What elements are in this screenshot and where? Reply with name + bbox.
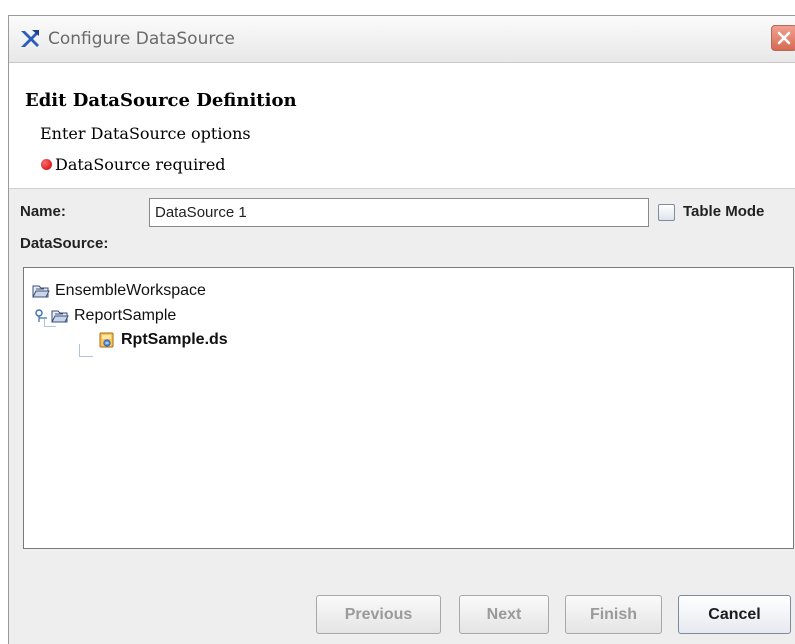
finish-button[interactable]: Finish xyxy=(565,595,662,634)
tree-connector xyxy=(44,326,56,327)
tree-node-label: RptSample.ds xyxy=(121,331,228,348)
tree-node-reportsample[interactable]: ReportSample xyxy=(34,307,176,325)
next-button[interactable]: Next xyxy=(459,595,549,634)
configure-datasource-dialog: Configure DataSource Edit DataSource Def… xyxy=(8,15,795,644)
close-button[interactable] xyxy=(771,25,795,51)
table-mode-label[interactable]: Table Mode xyxy=(683,203,764,220)
header-panel: Edit DataSource Definition Enter DataSou… xyxy=(9,63,795,189)
tree-connector xyxy=(79,356,93,357)
expand-handle-icon[interactable] xyxy=(34,309,48,323)
window-title: Configure DataSource xyxy=(48,29,235,49)
page-title: Edit DataSource Definition xyxy=(25,90,297,111)
title-bar[interactable]: Configure DataSource xyxy=(9,16,795,63)
tree-connector xyxy=(79,344,80,356)
error-message: DataSource required xyxy=(55,155,226,174)
datasource-tree[interactable]: EnsembleWorkspace ReportSample RptSample… xyxy=(23,267,794,549)
datasource-file-icon xyxy=(99,332,114,348)
tree-node-label: ReportSample xyxy=(74,307,177,324)
tree-node-label: EnsembleWorkspace xyxy=(55,282,206,299)
name-input[interactable] xyxy=(149,198,649,227)
table-mode-checkbox[interactable] xyxy=(658,204,675,221)
name-label: Name: xyxy=(20,203,66,220)
cancel-button[interactable]: Cancel xyxy=(678,595,791,634)
page-subtitle: Enter DataSource options xyxy=(40,124,251,143)
app-icon xyxy=(21,30,39,47)
folder-open-icon xyxy=(51,310,69,323)
tree-node-ensembleworkspace[interactable]: EnsembleWorkspace xyxy=(32,282,206,300)
tree-node-rptsample-ds[interactable]: RptSample.ds xyxy=(98,331,228,349)
datasource-label: DataSource: xyxy=(20,235,109,252)
close-icon xyxy=(777,31,791,45)
folder-open-icon xyxy=(32,285,50,298)
previous-button[interactable]: Previous xyxy=(316,595,441,634)
error-icon xyxy=(41,159,52,170)
